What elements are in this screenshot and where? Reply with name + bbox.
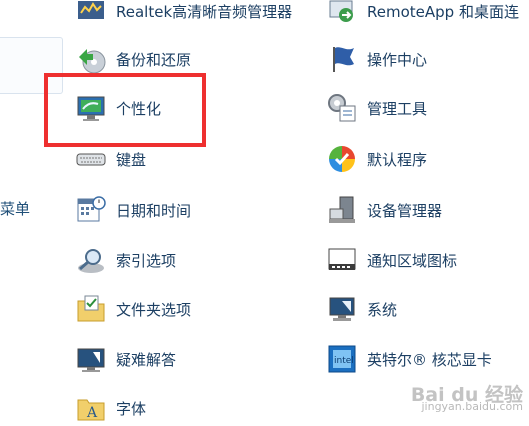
item-notification-area[interactable]: 通知区域图标 — [325, 242, 457, 278]
default-programs-icon — [325, 142, 359, 176]
item-realtek-audio[interactable]: Realtek高清晰音频管理器 — [74, 0, 292, 29]
keyboard-icon — [74, 142, 108, 176]
fonts-folder-icon: A — [74, 391, 108, 425]
troubleshooting-icon — [74, 342, 108, 376]
device-manager-icon — [325, 193, 359, 227]
watermark-url: jingyan.baidu.com — [421, 400, 523, 413]
item-system[interactable]: 系统 — [325, 291, 397, 327]
item-date-time[interactable]: 日期和时间 — [74, 192, 191, 228]
item-folder-options[interactable]: 文件夹选项 — [74, 291, 191, 327]
item-indexing-options[interactable]: 索引选项 — [74, 242, 176, 278]
audio-manager-icon — [74, 0, 108, 28]
svg-text:intel: intel — [334, 356, 354, 366]
item-admin-tools[interactable]: 管理工具 — [325, 90, 427, 126]
system-icon — [325, 292, 359, 326]
red-highlight-box — [44, 73, 206, 147]
remoteapp-icon — [325, 0, 359, 28]
svg-text:A: A — [86, 405, 98, 421]
item-intel-graphics[interactable]: intel 英特尔® 核芯显卡 — [325, 341, 492, 377]
action-center-flag-icon — [325, 42, 359, 76]
folder-options-icon — [74, 292, 108, 326]
item-troubleshooting[interactable]: 疑难解答 — [74, 341, 176, 377]
item-device-manager[interactable]: 设备管理器 — [325, 192, 442, 228]
sidebar-item-label[interactable]: 菜单 — [0, 198, 30, 219]
calendar-clock-icon — [74, 193, 108, 227]
search-index-icon — [74, 243, 108, 277]
item-remoteapp[interactable]: RemoteApp 和桌面连 — [325, 0, 519, 29]
item-fonts[interactable]: A 字体 — [74, 390, 146, 426]
intel-graphics-icon: intel — [325, 342, 359, 376]
item-backup-restore[interactable]: 备份和还原 — [74, 41, 191, 77]
watermark: Bai du 经验 jingyan.baidu.com — [411, 386, 523, 413]
item-action-center[interactable]: 操作中心 — [325, 41, 427, 77]
item-default-programs[interactable]: 默认程序 — [325, 141, 427, 177]
notification-area-icon — [325, 243, 359, 277]
backup-restore-icon — [74, 42, 108, 76]
admin-tools-icon — [325, 91, 359, 125]
